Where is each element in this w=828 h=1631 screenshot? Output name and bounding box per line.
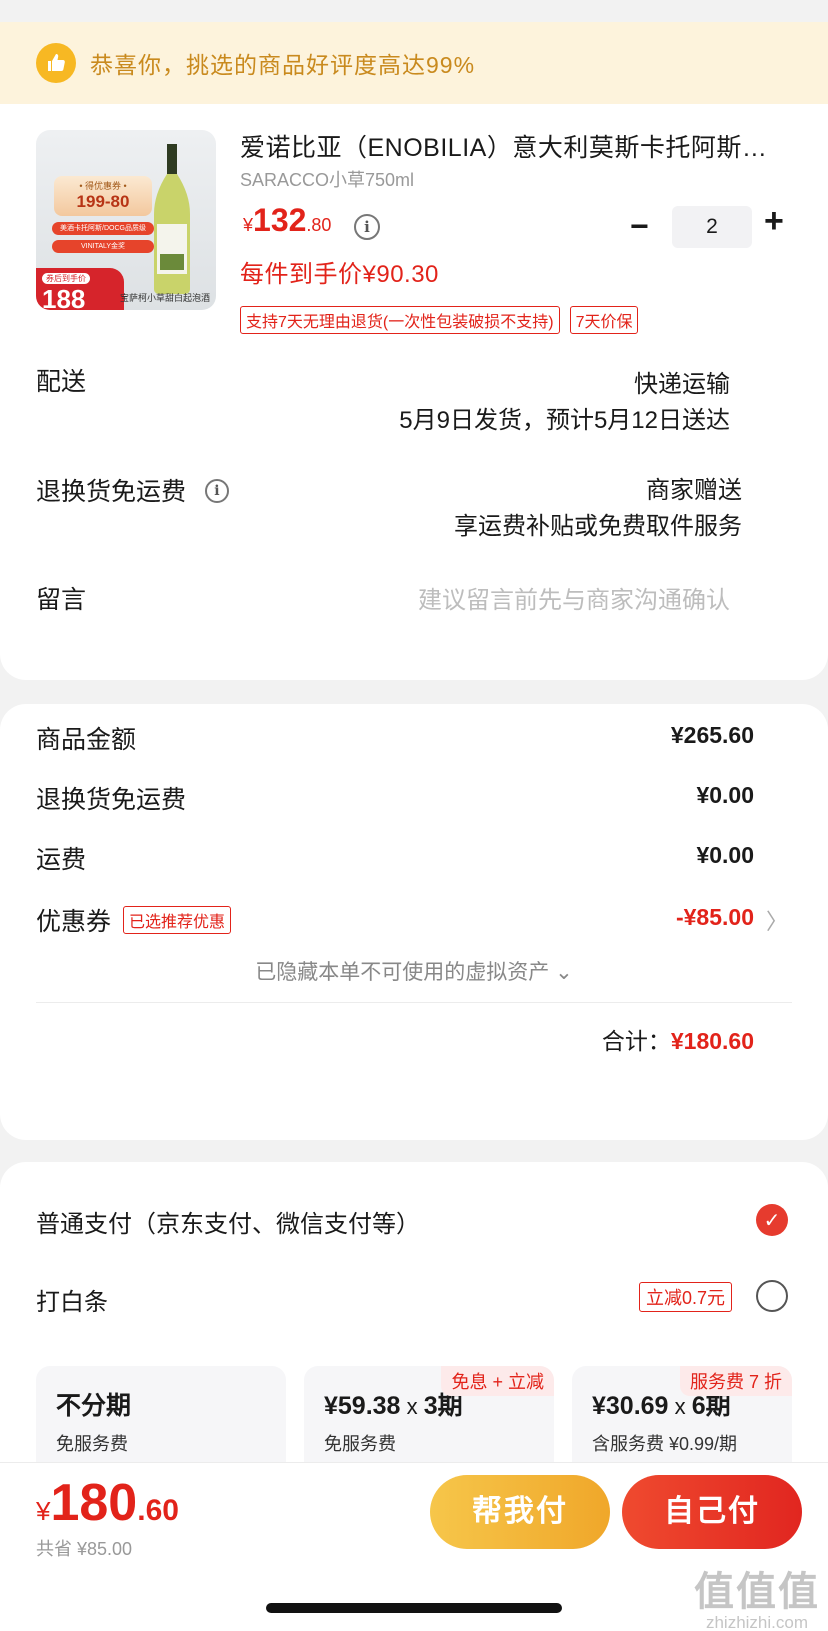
quantity-input[interactable]: 2: [672, 206, 752, 248]
total-value: ¥180.60: [670, 1028, 754, 1054]
installment-plan-none[interactable]: 不分期 免服务费: [36, 1366, 286, 1476]
installment-plan-3[interactable]: 免息 + 立减 ¥59.38 x 3期 免服务费: [304, 1366, 554, 1476]
quantity-plus-button[interactable]: +: [764, 202, 784, 241]
final-price: ¥180.60: [36, 1473, 179, 1533]
goods-amount-value: ¥265.60: [670, 722, 754, 748]
wine-bottle-icon: [154, 144, 190, 294]
plan-title: 不分期: [56, 1392, 132, 1420]
badge-number: 188: [42, 284, 86, 310]
plan-multiplier: x: [400, 1394, 424, 1419]
plan-period: 6期: [691, 1392, 731, 1420]
freight-value: ¥0.00: [696, 842, 754, 868]
final-price-currency: ¥: [36, 1496, 51, 1526]
help-pay-button[interactable]: 帮我付: [430, 1475, 610, 1549]
product-image[interactable]: • 得优惠券 • 199-80 美酒卡托阿斯/DOCG品质级 VINITALY金…: [36, 130, 216, 310]
return-shipping-desc: 享运费补贴或免费取件服务: [454, 513, 742, 540]
product-tags: 支持7天无理由退货(一次性包装破损不支持) 7天价保: [240, 306, 639, 334]
chevron-right-icon[interactable]: 〉: [766, 904, 788, 936]
coupon-label[interactable]: 优惠券 已选推荐优惠: [36, 902, 232, 938]
plan-period: 3期: [423, 1392, 463, 1420]
fee-summary-card: 商品金额 ¥265.60 退换货免运费 ¥0.00 运费 ¥0.00 优惠券 已选…: [0, 704, 828, 1140]
badge-caption: 券后到手价: [42, 273, 90, 284]
checkout-bar: ¥180.60 共省 ¥85.00 帮我付 自己付 值值值 zhizhizhi.…: [0, 1462, 828, 1631]
normal-pay-option[interactable]: 普通支付（京东支付、微信支付等）: [36, 1204, 420, 1239]
promo-top-text: • 得优惠券 •: [79, 181, 127, 191]
radio-unselected-icon[interactable]: [756, 1280, 788, 1312]
product-price: ¥132.80: [243, 202, 331, 239]
return-policy-tag: 支持7天无理由退货(一次性包装破损不支持): [240, 306, 560, 334]
plan-amount: ¥30.69: [592, 1392, 669, 1420]
plan-multiplier: x: [668, 1394, 692, 1419]
quantity-minus-button[interactable]: −: [630, 208, 649, 245]
price-info-icon[interactable]: i: [354, 214, 380, 240]
unit-price: 每件到手价¥90.30: [240, 261, 439, 288]
divider: [36, 1002, 792, 1003]
plan-amount: ¥59.38: [324, 1392, 401, 1420]
plan-promo-tag: 服务费 7 折: [679, 1366, 792, 1396]
payment-card: 普通支付（京东支付、微信支付等） ✓ 打白条 立减0.7元 不分期 免服务费 免…: [0, 1162, 828, 1476]
final-price-integer: 180: [50, 1474, 138, 1532]
promo-ribbon-2: VINITALY金奖: [52, 240, 154, 253]
message-input[interactable]: 建议留言前先与商家沟通确认: [418, 580, 730, 615]
order-total: 合计：¥180.60: [602, 1022, 754, 1056]
home-indicator[interactable]: [266, 1603, 562, 1613]
return-shipping-label-text: 退换货免运费: [36, 478, 187, 506]
thumbs-up-icon: [36, 43, 76, 83]
product-spec: SARACCO小草750ml: [240, 170, 415, 190]
saved-amount: 共省 ¥85.00: [36, 1539, 133, 1559]
plan-promo-tag: 免息 + 立减: [441, 1366, 554, 1396]
freight-label: 运费: [36, 846, 87, 874]
price-badge: 券后到手价 188: [36, 268, 124, 310]
plan-subtitle: 免服务费: [324, 1434, 396, 1454]
price-protect-tag: 7天价保: [569, 306, 639, 334]
return-fee-label: 退换货免运费: [36, 786, 187, 814]
order-item-card: • 得优惠券 • 199-80 美酒卡托阿斯/DOCG品质级 VINITALY金…: [0, 104, 828, 680]
goods-amount-label: 商品金额: [36, 726, 137, 754]
final-price-decimal: .60: [137, 1494, 179, 1527]
promo-ribbon-1: 美酒卡托阿斯/DOCG品质级: [52, 222, 154, 235]
total-label: 合计：: [601, 1028, 671, 1054]
watermark-url: zhizhizhi.com: [705, 1613, 809, 1631]
plan-subtitle: 免服务费: [56, 1434, 128, 1454]
return-shipping-value: 商家赠送: [646, 477, 742, 504]
banner-text: 恭喜你，挑选的商品好评度高达99%: [90, 52, 476, 78]
info-icon[interactable]: i: [204, 479, 229, 504]
praise-banner: 恭喜你，挑选的商品好评度高达99%: [0, 22, 828, 104]
installment-plan-6[interactable]: 服务费 7 折 ¥30.69 x 6期 含服务费 ¥0.99/期: [572, 1366, 792, 1476]
coupon-value[interactable]: -¥85.00: [676, 904, 754, 931]
price-decimal: .80: [306, 215, 332, 235]
image-product-name: 宝萨柯小草甜白起泡酒: [120, 293, 211, 303]
coupon-label-text: 优惠券: [36, 908, 112, 936]
watermark: 值值值 zhizhizhi.com: [694, 1559, 820, 1631]
message-label: 留言: [36, 586, 87, 614]
hidden-assets-toggle[interactable]: 已隐藏本单不可使用的虚拟资产 ⌄: [0, 956, 828, 986]
promo-main-text: 199-80: [76, 192, 130, 211]
shipping-label: 配送: [36, 368, 87, 396]
promo-box: • 得优惠券 • 199-80: [54, 176, 152, 216]
watermark-logo: 值值值: [694, 1568, 820, 1615]
self-pay-button[interactable]: 自己付: [622, 1475, 802, 1549]
baitiao-discount-tag: 立减0.7元: [638, 1282, 732, 1312]
check-selected-icon[interactable]: ✓: [756, 1204, 788, 1236]
plan-subtitle: 含服务费 ¥0.99/期: [592, 1434, 738, 1454]
shipping-method[interactable]: 快递运输: [634, 364, 730, 399]
return-fee-value: ¥0.00: [696, 782, 754, 808]
shipping-eta[interactable]: 5月9日发货，预计5月12日送达: [399, 400, 730, 435]
price-currency: ¥: [243, 215, 254, 235]
return-shipping-label: 退换货免运费 i: [36, 472, 229, 508]
coupon-recommended-tag: 已选推荐优惠: [123, 906, 232, 935]
price-integer: 132: [253, 202, 307, 238]
product-title[interactable]: 爱诺比亚（ENOBILIA）意大利莫斯卡托阿斯蒂起泡酒: [240, 128, 780, 164]
baitiao-pay-option[interactable]: 打白条: [36, 1282, 108, 1317]
